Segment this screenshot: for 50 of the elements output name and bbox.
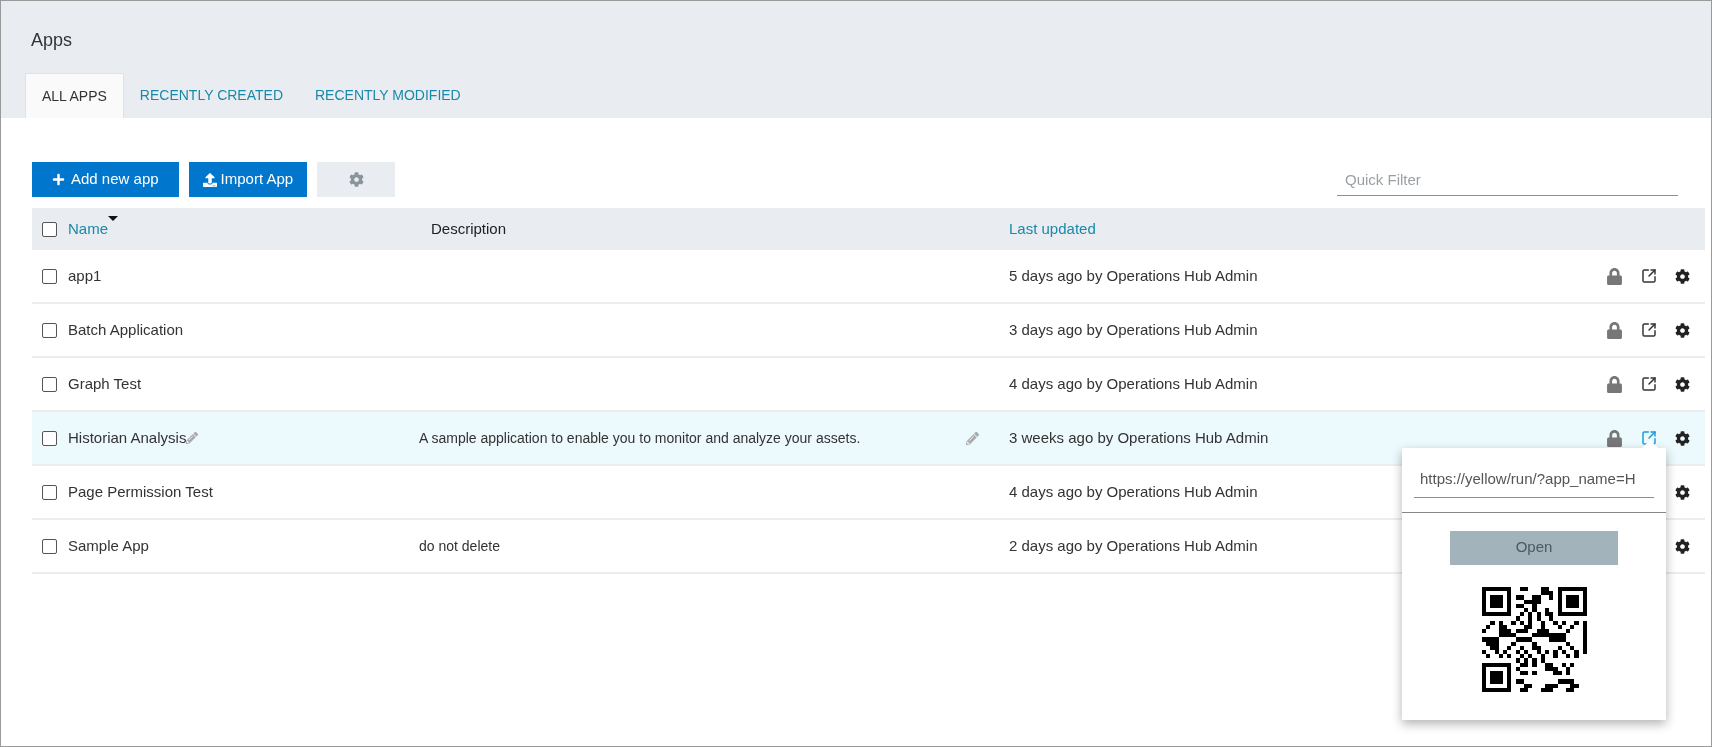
- app-name: Page Permission Test: [68, 481, 213, 502]
- app-name: Sample App: [68, 535, 149, 556]
- tab[interactable]: RECENTLY MODIFIED: [299, 73, 477, 118]
- app-name: Batch Application: [68, 319, 184, 340]
- settings-icon[interactable]: [1675, 484, 1690, 500]
- app-name: Graph Test: [68, 373, 142, 394]
- last-updated: 4 days ago by Operations Hub Admin: [1009, 481, 1258, 502]
- checkbox[interactable]: [42, 484, 57, 500]
- tab[interactable]: RECENTLY CREATED: [123, 73, 299, 118]
- checkbox[interactable]: [42, 322, 57, 338]
- column-header[interactable]: Last updated: [1009, 217, 1096, 241]
- add-new-app-button[interactable]: Add new app: [32, 162, 179, 197]
- open-link-icon[interactable]: [1641, 268, 1657, 284]
- upload-icon: [202, 172, 217, 187]
- lock-icon[interactable]: [1606, 375, 1623, 393]
- url-field[interactable]: https://yellow/run/?app_name=H: [1414, 468, 1654, 498]
- plus-icon: [52, 173, 65, 186]
- checkbox[interactable]: [42, 221, 57, 237]
- lock-icon[interactable]: [1606, 321, 1623, 339]
- lock-icon[interactable]: [1606, 267, 1623, 285]
- last-updated: 4 days ago by Operations Hub Admin: [1009, 373, 1258, 394]
- lock-icon[interactable]: [1606, 429, 1623, 447]
- quick-filter-field[interactable]: Quick Filter: [1337, 163, 1678, 196]
- last-updated: 3 days ago by Operations Hub Admin: [1009, 319, 1258, 340]
- app-name: app1: [68, 265, 102, 286]
- tab[interactable]: ALL APPS: [25, 73, 124, 118]
- page-title: Apps: [31, 29, 74, 52]
- last-updated: 5 days ago by Operations Hub Admin: [1009, 265, 1258, 286]
- checkbox[interactable]: [42, 268, 57, 284]
- settings-icon[interactable]: [1675, 268, 1690, 284]
- checkbox[interactable]: [42, 430, 57, 446]
- last-updated: 3 weeks ago by Operations Hub Admin: [1009, 427, 1269, 448]
- checkbox[interactable]: [42, 538, 57, 554]
- column-header[interactable]: Name: [68, 217, 118, 241]
- last-updated: 2 days ago by Operations Hub Admin: [1009, 535, 1258, 556]
- settings-icon[interactable]: [1675, 430, 1690, 446]
- open-link-icon[interactable]: [1641, 376, 1657, 392]
- column-header: Description: [431, 218, 507, 239]
- open-link-icon[interactable]: [1641, 322, 1657, 338]
- settings-icon[interactable]: [1675, 376, 1690, 392]
- app-description: do not delete: [419, 536, 500, 556]
- import-app-button[interactable]: Import App: [188, 162, 308, 197]
- gear-icon: [348, 172, 364, 187]
- sort-caret-icon: [108, 215, 118, 221]
- checkbox[interactable]: [42, 376, 57, 392]
- app-name: Historian Analysis: [68, 427, 187, 448]
- settings-icon[interactable]: [1675, 538, 1690, 554]
- app-description: A sample application to enable you to monitor and analyze your assets.: [419, 428, 861, 448]
- settings-icon[interactable]: [1675, 322, 1690, 338]
- settings-button[interactable]: [317, 162, 396, 197]
